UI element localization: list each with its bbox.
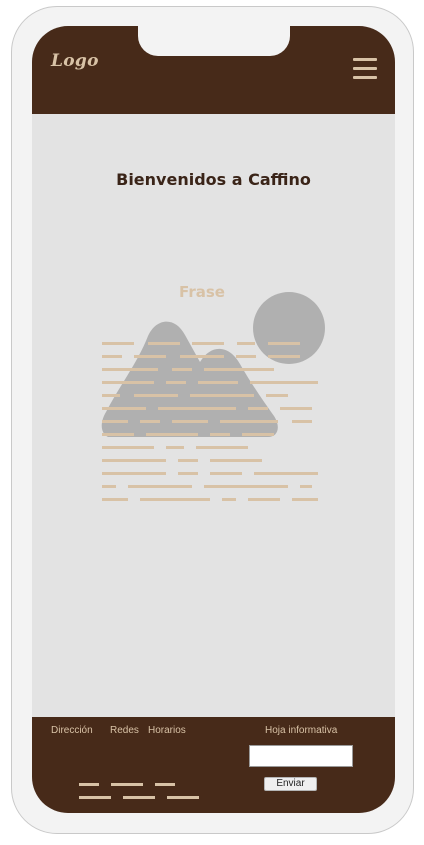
newsletter-email-input[interactable] xyxy=(249,745,353,767)
main-content: Bienvenidos a Caffino Frase xyxy=(32,114,395,717)
send-button[interactable]: Enviar xyxy=(264,777,317,791)
header: Logo xyxy=(32,26,395,114)
hamburger-menu-icon[interactable] xyxy=(353,57,377,81)
footer-link-redes[interactable]: Redes xyxy=(110,725,139,736)
phone-screen: Logo Bienvenidos a Caffino Frase Direcci… xyxy=(32,26,395,813)
phone-notch xyxy=(138,26,290,56)
newsletter-label: Hoja informativa xyxy=(265,725,338,736)
text-placeholder-lines xyxy=(102,342,318,501)
logo[interactable]: Logo xyxy=(51,51,99,71)
footer-link-horarios[interactable]: Horarios xyxy=(148,725,186,736)
welcome-title: Bienvenidos a Caffino xyxy=(116,170,311,189)
footer-text-placeholder xyxy=(79,783,199,799)
footer: Dirección Redes Horarios Hoja informativ… xyxy=(32,717,395,813)
footer-link-direccion[interactable]: Dirección xyxy=(51,725,93,736)
frase-label: Frase xyxy=(179,283,225,301)
